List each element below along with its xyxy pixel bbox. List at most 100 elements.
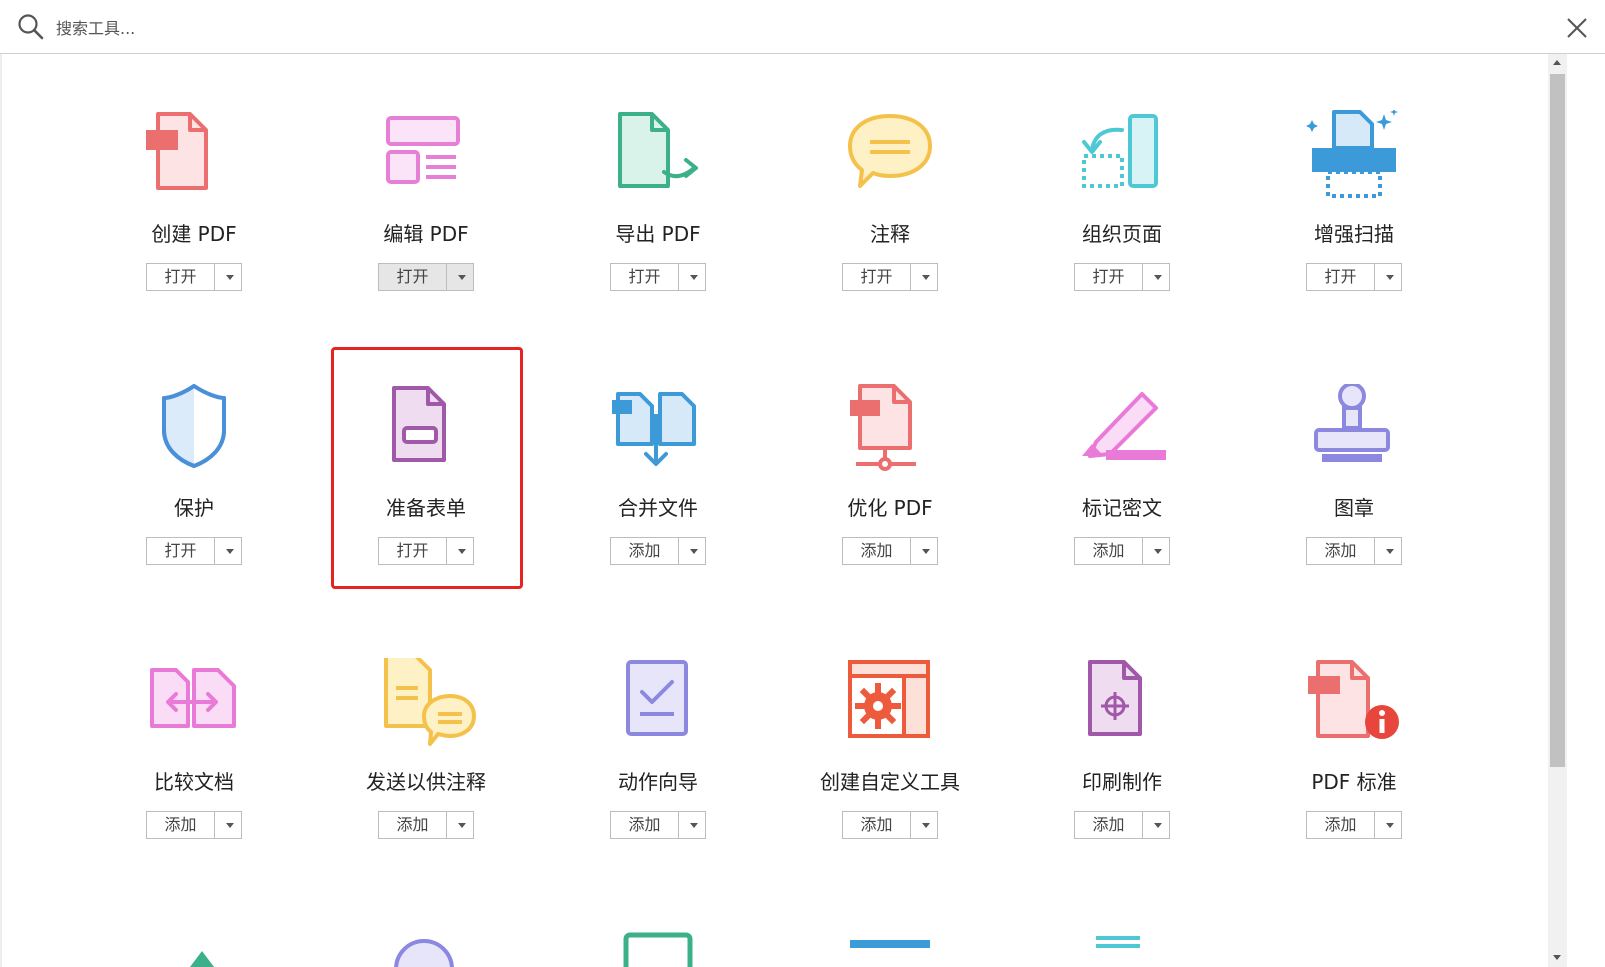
partial-tool-icon [623, 932, 693, 967]
dropdown-arrow-icon[interactable] [911, 264, 937, 290]
tool-open-split-button: 打开 [1306, 263, 1402, 291]
comment-icon[interactable] [840, 110, 940, 210]
tool-label: 动作向导 [618, 770, 698, 794]
dropdown-arrow-icon[interactable] [1143, 812, 1169, 838]
tool-label: 保护 [174, 496, 214, 520]
tool-organize-pages: 组织页面 打开 [1002, 110, 1242, 360]
partial-tool-icon [1096, 936, 1140, 948]
tool-compare-files: 比较文档 添加 [74, 658, 314, 908]
dropdown-arrow-icon[interactable] [1143, 264, 1169, 290]
search-icon [18, 14, 44, 40]
dropdown-arrow-icon[interactable] [447, 812, 473, 838]
partial-tool-icon [394, 939, 454, 967]
highlight-box [331, 347, 523, 589]
tool-label: 注释 [870, 222, 910, 246]
stamp-icon[interactable] [1304, 384, 1404, 484]
redact-icon[interactable] [1072, 384, 1172, 484]
optimize-pdf-icon[interactable] [840, 384, 940, 484]
dropdown-arrow-icon[interactable] [1375, 264, 1401, 290]
action-wizard-icon[interactable] [608, 658, 708, 758]
compare-files-icon[interactable] [144, 658, 244, 758]
dropdown-arrow-icon[interactable] [215, 812, 241, 838]
scroll-down-icon[interactable] [1548, 949, 1567, 967]
organize-pages-icon[interactable] [1072, 110, 1172, 210]
search-input[interactable] [54, 14, 658, 42]
edit-pdf-icon[interactable] [376, 110, 476, 210]
open-button[interactable]: 打开 [611, 264, 679, 290]
partial-tool-icon [190, 951, 214, 967]
open-button[interactable]: 打开 [843, 264, 911, 290]
add-button[interactable]: 添加 [1075, 538, 1143, 564]
tool-comment: 注释 打开 [770, 110, 1010, 360]
tool-open-split-button: 打开 [1074, 263, 1170, 291]
tool-export-pdf: 导出 PDF 打开 [538, 110, 778, 360]
send-for-comments-icon[interactable] [376, 658, 476, 758]
tool-add-split-button: 添加 [842, 537, 938, 565]
scroll-thumb[interactable] [1550, 74, 1565, 767]
tool-open-split-button: 打开 [610, 263, 706, 291]
tool-add-split-button: 添加 [1306, 811, 1402, 839]
search-bar [0, 0, 1605, 54]
export-pdf-icon[interactable] [608, 110, 708, 210]
open-button[interactable]: 打开 [147, 538, 215, 564]
enhance-scan-icon[interactable] [1304, 110, 1404, 210]
open-button[interactable]: 打开 [379, 264, 447, 290]
tool-protect: 保护 打开 [74, 384, 314, 634]
add-button[interactable]: 添加 [843, 538, 911, 564]
tool-label: 图章 [1334, 496, 1374, 520]
dropdown-arrow-icon[interactable] [215, 538, 241, 564]
tool-combine-files: 合并文件 添加 [538, 384, 778, 634]
add-button[interactable]: 添加 [1075, 812, 1143, 838]
dropdown-arrow-icon[interactable] [1375, 538, 1401, 564]
tool-label: 组织页面 [1082, 222, 1162, 246]
add-button[interactable]: 添加 [611, 812, 679, 838]
create-custom-tool-icon[interactable] [840, 658, 940, 758]
open-button[interactable]: 打开 [147, 264, 215, 290]
tool-label: 创建自定义工具 [820, 770, 960, 794]
tool-add-split-button: 添加 [1306, 537, 1402, 565]
tool-stamp: 图章 添加 [1234, 384, 1474, 634]
tool-add-split-button: 添加 [610, 811, 706, 839]
combine-files-icon[interactable] [608, 384, 708, 484]
tool-label: 增强扫描 [1314, 222, 1394, 246]
tool-label: PDF 标准 [1311, 770, 1397, 794]
dropdown-arrow-icon[interactable] [679, 264, 705, 290]
dropdown-arrow-icon[interactable] [215, 264, 241, 290]
vertical-scrollbar[interactable] [1548, 54, 1567, 967]
protect-icon[interactable] [144, 384, 244, 484]
open-button[interactable]: 打开 [1075, 264, 1143, 290]
scroll-up-icon[interactable] [1548, 54, 1567, 72]
add-button[interactable]: 添加 [147, 812, 215, 838]
tool-add-split-button: 添加 [610, 537, 706, 565]
dropdown-arrow-icon[interactable] [911, 538, 937, 564]
tool-label: 标记密文 [1082, 496, 1162, 520]
tool-label: 导出 PDF [615, 222, 701, 246]
tool-pdf-standards: PDF 标准 添加 [1234, 658, 1474, 908]
dropdown-arrow-icon[interactable] [1375, 812, 1401, 838]
dropdown-arrow-icon[interactable] [447, 264, 473, 290]
close-icon[interactable] [1562, 13, 1592, 43]
tool-add-split-button: 添加 [842, 811, 938, 839]
tool-label: 发送以供注释 [366, 770, 486, 794]
print-production-icon[interactable] [1072, 658, 1172, 758]
open-button[interactable]: 打开 [1307, 264, 1375, 290]
tool-label: 合并文件 [618, 496, 698, 520]
add-button[interactable]: 添加 [611, 538, 679, 564]
tool-create-pdf: 创建 PDF 打开 [74, 110, 314, 360]
tools-grid: 创建 PDF 打开 编辑 PDF 打开 导出 PDF 打开 注释 打开 组织页面… [0, 54, 1588, 967]
dropdown-arrow-icon[interactable] [679, 538, 705, 564]
add-button[interactable]: 添加 [843, 812, 911, 838]
pdf-standards-icon[interactable] [1304, 658, 1404, 758]
create-pdf-icon[interactable] [144, 110, 244, 210]
tool-open-split-button: 打开 [378, 263, 474, 291]
tool-label: 编辑 PDF [383, 222, 469, 246]
tool-label: 比较文档 [154, 770, 234, 794]
add-button[interactable]: 添加 [379, 812, 447, 838]
dropdown-arrow-icon[interactable] [679, 812, 705, 838]
dropdown-arrow-icon[interactable] [1143, 538, 1169, 564]
tool-edit-pdf: 编辑 PDF 打开 [306, 110, 546, 360]
add-button[interactable]: 添加 [1307, 538, 1375, 564]
dropdown-arrow-icon[interactable] [911, 812, 937, 838]
add-button[interactable]: 添加 [1307, 812, 1375, 838]
partial-tool-icon [850, 940, 930, 948]
